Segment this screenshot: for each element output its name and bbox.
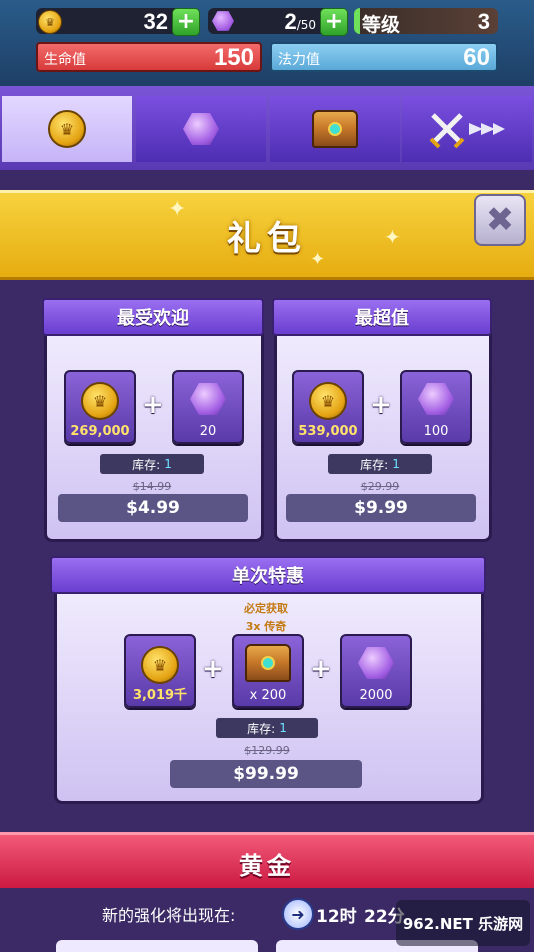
- add-coins-button[interactable]: +: [172, 8, 200, 36]
- chest-tab-icon: [312, 110, 358, 148]
- coin-reward: ♛ 539,000: [292, 370, 364, 444]
- gem-max: /50: [296, 18, 316, 32]
- gem-count-wrapper: 2/50: [284, 9, 316, 35]
- coin-icon: ♛: [141, 646, 179, 684]
- gem-icon: [358, 647, 394, 679]
- gem-reward: 2000: [340, 634, 412, 708]
- pack-title: 最受欢迎: [42, 298, 264, 336]
- gold-section-header: 黄金: [0, 832, 534, 891]
- plus-icon: +: [310, 654, 332, 684]
- crossed-swords-icon: [429, 113, 505, 149]
- gem-amount: 20: [199, 424, 217, 439]
- coin-reward: ♛ 3,019千: [124, 634, 196, 708]
- coin-amount: 539,000: [298, 424, 358, 439]
- stock-value: 1: [164, 457, 172, 471]
- coin-counter: ♛ 32 +: [36, 8, 200, 36]
- level-label: 等级: [362, 14, 401, 36]
- sparkle-icon: ✦: [168, 197, 187, 222]
- chest-amount: x 200: [249, 688, 287, 703]
- plus-icon: +: [142, 390, 164, 420]
- stock-indicator: 库存: 1: [216, 718, 318, 738]
- special-offer-title: 单次特惠: [50, 556, 486, 594]
- gem-tab-icon: [183, 113, 219, 145]
- legendary-text: 3x 传奇: [245, 620, 287, 633]
- gem-reward: 100: [400, 370, 472, 444]
- bottom-card-edge: [56, 940, 258, 952]
- gem-reward: 20: [172, 370, 244, 444]
- gem-icon: [212, 11, 234, 31]
- stock-value: 1: [392, 457, 400, 471]
- plus-icon: +: [202, 654, 224, 684]
- mana-label: 法力值: [278, 52, 320, 68]
- gem-counter: 2/50 +: [208, 8, 348, 36]
- stock-indicator: 库存: 1: [100, 454, 204, 474]
- coin-count: 32: [143, 9, 168, 34]
- old-price: $14.99: [132, 480, 172, 493]
- buy-button-special[interactable]: $99.99: [170, 760, 362, 788]
- gem-amount: 100: [423, 424, 449, 439]
- chest-reward: x 200: [232, 634, 304, 708]
- level-progress-bar: [354, 8, 360, 34]
- stock-indicator: 库存: 1: [328, 454, 432, 474]
- stock-label: 库存:: [360, 457, 389, 472]
- coin-tab-icon: ♛: [48, 110, 86, 148]
- hp-bar: 生命值 150: [36, 42, 262, 72]
- timer-hours: 12时: [316, 907, 357, 927]
- tab-gems[interactable]: [136, 96, 266, 162]
- refresh-label: 新的强化将出现在:: [102, 906, 236, 925]
- coin-reward: ♛ 269,000: [64, 370, 136, 444]
- gift-pack-banner: 礼包 ✦ ✦ ✦: [0, 190, 534, 280]
- coin-icon: ♛: [38, 10, 62, 34]
- tab-chests[interactable]: [270, 96, 400, 162]
- close-button[interactable]: ✖: [474, 194, 526, 246]
- gold-title: 黄金: [239, 851, 295, 880]
- old-price: $129.99: [244, 744, 290, 757]
- sparkle-icon: ✦: [384, 225, 401, 249]
- stock-value: 1: [279, 721, 287, 735]
- coin-amount: 269,000: [70, 424, 130, 439]
- banner-title: 礼包: [227, 218, 307, 259]
- watermark-logo: 962.NET 乐游网: [396, 900, 530, 946]
- gem-amount: 2000: [359, 688, 393, 703]
- gem-icon: [418, 383, 454, 415]
- coin-icon: ♛: [81, 382, 119, 420]
- mana-bar: 法力值 60: [270, 42, 498, 72]
- gem-count: 2: [284, 9, 297, 34]
- tab-boosts[interactable]: [402, 96, 532, 162]
- coin-amount: 3,019千: [132, 688, 188, 703]
- buy-button-popular[interactable]: $4.99: [58, 494, 248, 522]
- clock-icon: ➜: [282, 898, 314, 930]
- guarantee-text: 必定获取: [244, 602, 288, 615]
- old-price: $29.99: [360, 480, 400, 493]
- mana-value: 60: [463, 44, 490, 71]
- tab-coins[interactable]: ♛: [2, 96, 132, 162]
- pack-title: 最超值: [272, 298, 492, 336]
- legendary-chest-icon: [245, 644, 291, 682]
- sparkle-icon: ✦: [310, 249, 326, 270]
- level-panel: 等级 3: [354, 8, 498, 36]
- hp-value: 150: [213, 44, 254, 71]
- hp-label: 生命值: [44, 52, 86, 68]
- stock-label: 库存:: [132, 457, 161, 472]
- add-gems-button[interactable]: +: [320, 8, 348, 36]
- coin-icon: ♛: [309, 382, 347, 420]
- plus-icon: +: [370, 390, 392, 420]
- gem-icon: [190, 383, 226, 415]
- stock-label: 库存:: [247, 721, 276, 736]
- buy-button-best-value[interactable]: $9.99: [286, 494, 476, 522]
- level-value: 3: [477, 9, 490, 34]
